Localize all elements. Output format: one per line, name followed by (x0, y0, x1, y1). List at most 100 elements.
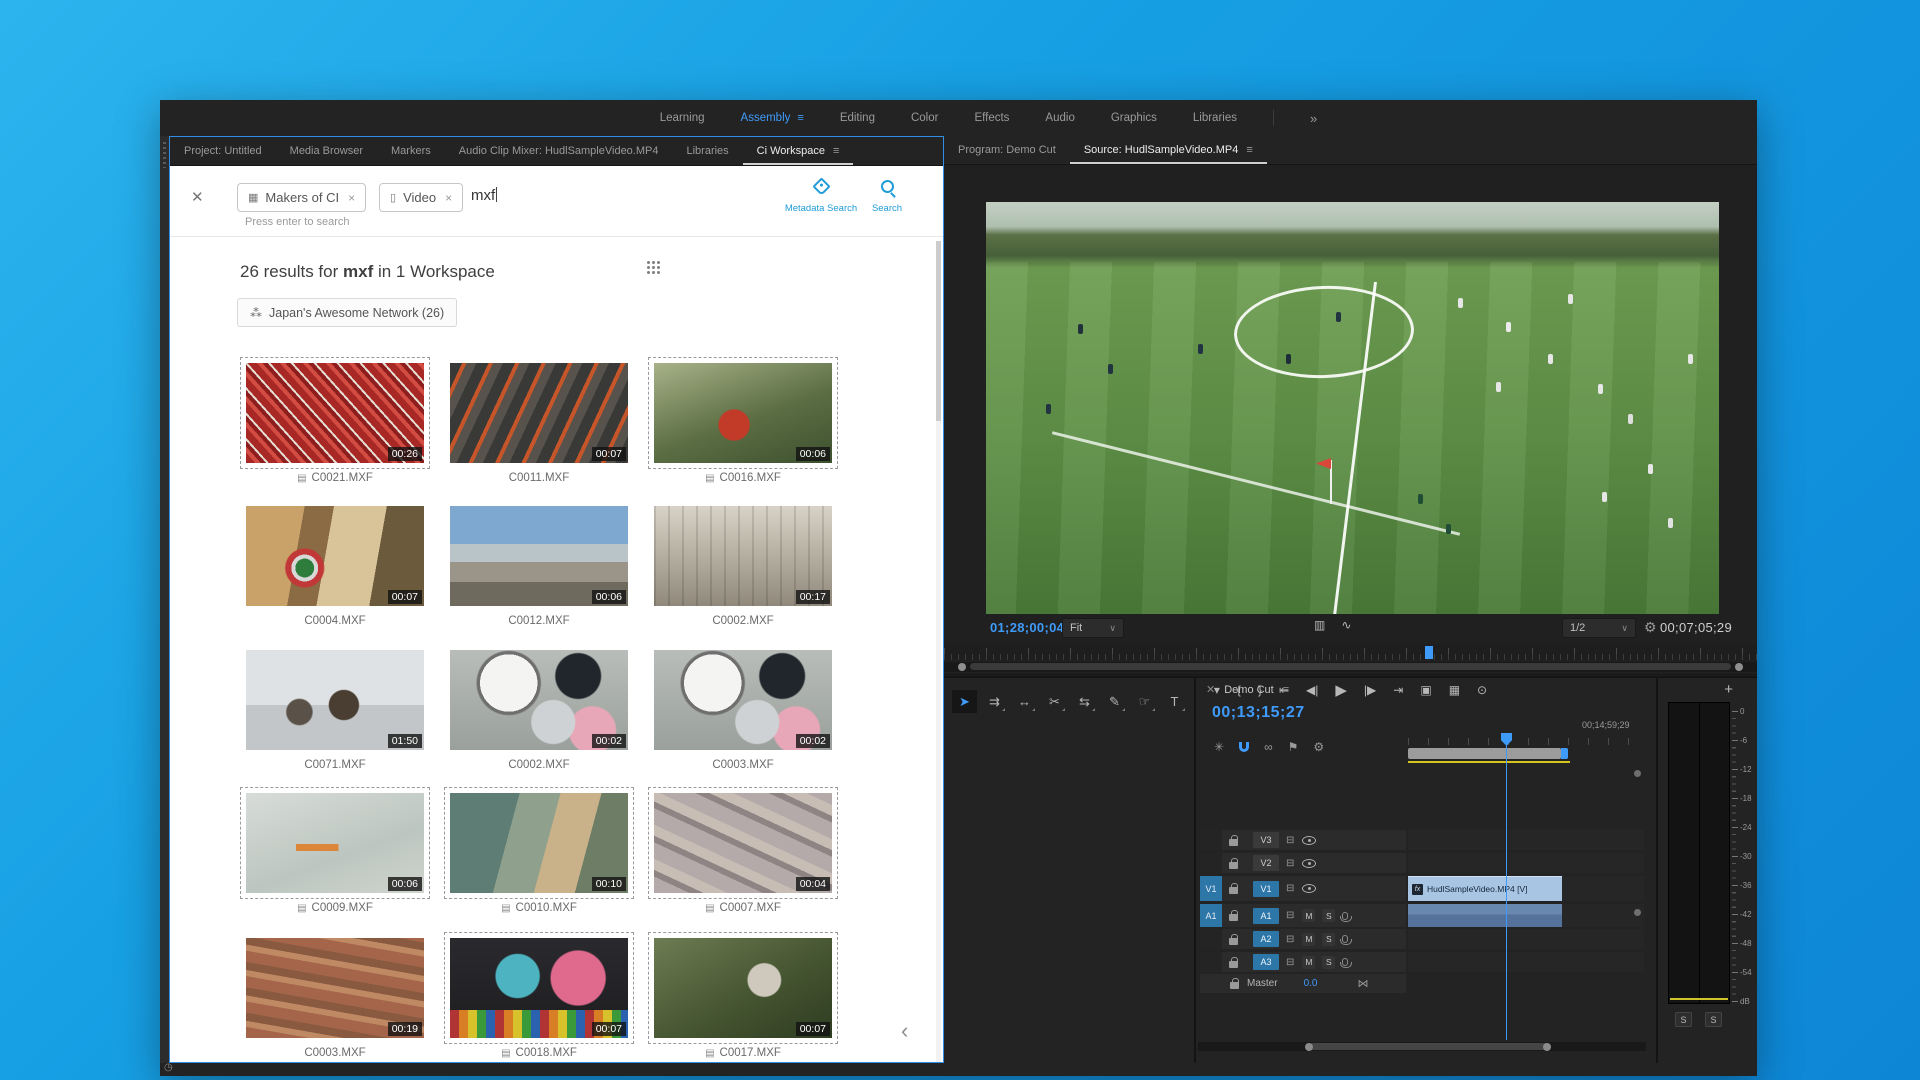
track-target-button[interactable]: V2 (1253, 855, 1279, 871)
tab-libraries[interactable]: Libraries (672, 137, 742, 165)
drag-audio-icon[interactable]: ∿ (1341, 618, 1351, 632)
clip-card-c0009-mxf-9[interactable]: 00:06▤C0009.MXF (246, 793, 424, 914)
track-select-forward-tool[interactable]: ⇉ (982, 690, 1007, 713)
source-patch[interactable]: A1 (1200, 904, 1222, 927)
zoom-handle-right[interactable] (1543, 1043, 1551, 1051)
clip-thumbnail[interactable]: 00:07 (450, 938, 628, 1038)
clip-thumbnail[interactable]: 00:02 (654, 650, 832, 750)
workspace-item-color[interactable]: Color (911, 112, 938, 124)
pen-tool[interactable]: ✎ (1102, 690, 1127, 713)
source-patch[interactable] (1200, 830, 1222, 850)
source-patch[interactable] (1200, 853, 1222, 873)
mute-button[interactable]: M (1302, 909, 1315, 922)
workspace-item-audio[interactable]: Audio (1045, 112, 1074, 124)
track-target-button[interactable]: A1 (1253, 908, 1279, 924)
close-icon[interactable]: ✕ (1206, 683, 1215, 696)
drag-video-icon[interactable]: ▥ (1314, 618, 1325, 632)
ci-scrollbar[interactable] (936, 241, 941, 1062)
monitor-zoom-scrollbar[interactable] (944, 662, 1757, 672)
workspace-item-graphics[interactable]: Graphics (1111, 112, 1157, 124)
clip-card-c0011-mxf-1[interactable]: 00:07C0011.MXF (450, 363, 628, 484)
clip-thumbnail[interactable]: 00:06 (246, 793, 424, 893)
zoom-handle-left[interactable] (1305, 1043, 1313, 1051)
tab-ci-workspace[interactable]: Ci Workspace≡ (743, 137, 854, 165)
clip-thumbnail[interactable]: 00:19 (246, 938, 424, 1038)
track-lane-v2[interactable] (1408, 853, 1644, 873)
type-tool[interactable]: T (1162, 690, 1187, 713)
work-area-end-handle[interactable] (1561, 748, 1568, 759)
clip-thumbnail[interactable]: 00:02 (450, 650, 628, 750)
track-target-button[interactable]: A2 (1253, 931, 1279, 947)
source-patch[interactable] (1200, 929, 1222, 949)
selection-tool[interactable]: ➤ (952, 690, 977, 713)
source-patch[interactable]: V1 (1200, 876, 1222, 901)
vertical-scroll-handle-top[interactable] (1634, 770, 1641, 777)
panel-menu-icon[interactable]: ≡ (1246, 144, 1252, 156)
timeline-horizontal-scrollbar[interactable] (1198, 1042, 1646, 1051)
panel-menu-icon[interactable]: ≡ (1283, 684, 1289, 696)
playback-resolution-dropdown[interactable]: 1/2∨ (1562, 618, 1636, 638)
monitor-playhead[interactable] (1425, 646, 1433, 659)
timeline-settings-icon[interactable]: ⚙ (1313, 740, 1324, 754)
voiceover-record-icon[interactable] (1342, 958, 1348, 966)
clip-card-c0021-mxf-0[interactable]: 00:26▤C0021.MXF (246, 363, 424, 484)
add-marker-icon[interactable]: ⚑ (1288, 740, 1299, 754)
hand-tool[interactable]: ☞ (1132, 690, 1157, 713)
clip-thumbnail[interactable]: 00:26 (246, 363, 424, 463)
clip-thumbnail[interactable]: 00:06 (654, 363, 832, 463)
clip-thumbnail[interactable]: 00:17 (654, 506, 832, 606)
track-target-button[interactable]: V1 (1253, 881, 1279, 897)
work-area-bar[interactable] (1408, 748, 1561, 759)
clip-thumbnail[interactable]: 00:07 (654, 938, 832, 1038)
fit-dropdown[interactable]: Fit∨ (1062, 618, 1124, 638)
collapse-chevron-icon[interactable]: ‹ (901, 1018, 908, 1044)
clip-card-c0016-mxf-2[interactable]: 00:06▤C0016.MXF (654, 363, 832, 484)
tab-program-demo-cut[interactable]: Program: Demo Cut (944, 136, 1070, 164)
linked-selection-icon[interactable]: ∞ (1264, 740, 1273, 754)
audio-clip[interactable] (1408, 904, 1562, 927)
solo-button[interactable]: S (1322, 909, 1335, 922)
workspace-item-editing[interactable]: Editing (840, 112, 875, 124)
settings-wrench-icon[interactable]: ⚙ (1644, 619, 1657, 636)
tab-source-hudlsamplevideo-mp4[interactable]: Source: HudlSampleVideo.MP4≡ (1070, 136, 1267, 164)
clip-thumbnail[interactable]: 00:07 (450, 363, 628, 463)
toggle-track-output-icon[interactable] (1302, 836, 1316, 845)
video-preview[interactable] (986, 202, 1719, 614)
voiceover-record-icon[interactable] (1342, 912, 1348, 920)
workspace-overflow-button[interactable]: » (1310, 111, 1317, 126)
solo-right-button[interactable]: S (1705, 1012, 1722, 1027)
track-target-button[interactable]: A3 (1253, 954, 1279, 970)
clip-card-c0003-mxf-8[interactable]: 00:02C0003.MXF (654, 650, 832, 771)
panel-menu-icon[interactable]: ≡ (833, 145, 839, 157)
clip-card-c0017-mxf-14[interactable]: 00:07▤C0017.MXF (654, 938, 832, 1059)
lock-icon[interactable] (1229, 910, 1238, 921)
timeline-ruler[interactable] (1408, 734, 1644, 748)
source-patch[interactable] (1200, 952, 1222, 972)
sync-lock-icon[interactable]: ⊟ (1286, 883, 1294, 894)
razor-tool[interactable]: ✂ (1042, 690, 1067, 713)
snap-icon[interactable] (1239, 742, 1249, 752)
voiceover-record-icon[interactable] (1342, 935, 1348, 943)
clip-card-c0018-mxf-13[interactable]: 00:07▤C0018.MXF (450, 938, 628, 1059)
workspace-menu-icon[interactable]: ≡ (797, 112, 803, 124)
panel-drag-strip[interactable] (160, 136, 169, 1063)
lock-icon[interactable] (1230, 978, 1239, 989)
solo-left-button[interactable]: S (1675, 1012, 1692, 1027)
track-lane-a2[interactable] (1408, 929, 1644, 949)
tab-media-browser[interactable]: Media Browser (276, 137, 377, 165)
clip-card-c0002-mxf-5[interactable]: 00:17C0002.MXF (654, 506, 832, 627)
timeline-timecode[interactable]: 00;13;15;27 (1212, 704, 1305, 722)
workspace-item-libraries[interactable]: Libraries (1193, 112, 1237, 124)
track-target-button[interactable]: V3 (1253, 832, 1279, 848)
sequence-name[interactable]: Demo Cut (1224, 684, 1274, 696)
clip-thumbnail[interactable]: 00:07 (246, 506, 424, 606)
toggle-track-output-icon[interactable] (1302, 884, 1316, 893)
clip-thumbnail[interactable]: 00:06 (450, 506, 628, 606)
sync-lock-icon[interactable]: ⊟ (1286, 910, 1294, 921)
clip-card-c0004-mxf-3[interactable]: 00:07C0004.MXF (246, 506, 424, 627)
lock-icon[interactable] (1229, 934, 1238, 945)
lock-icon[interactable] (1229, 957, 1238, 968)
zoom-handle-left[interactable] (958, 663, 966, 671)
fit-sequence-icon[interactable]: ⋈ (1357, 977, 1368, 990)
clip-card-c0010-mxf-10[interactable]: 00:10▤C0010.MXF (450, 793, 628, 914)
